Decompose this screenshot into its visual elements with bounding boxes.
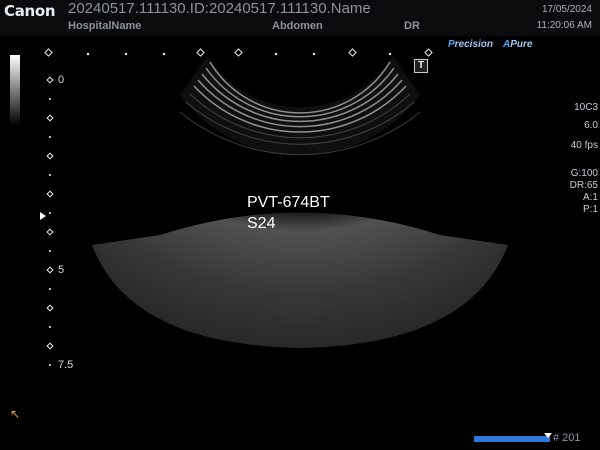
probe-label: 10C3 xyxy=(574,102,598,113)
depth-label-7-5: 7.5 xyxy=(58,359,74,371)
frame-number: # 201 xyxy=(553,432,581,444)
annotation-line-1[interactable]: PVT-674BT xyxy=(247,194,330,212)
cine-position-icon[interactable] xyxy=(544,433,552,438)
p-value: P:1 xyxy=(582,204,598,215)
frame-rate: 40 fps xyxy=(570,140,598,151)
annotation-line-2[interactable]: S24 xyxy=(247,215,275,233)
cine-progress-bar[interactable] xyxy=(474,436,550,442)
pointer-arrow-icon[interactable]: ↖ xyxy=(10,407,20,421)
a-value: A:1 xyxy=(582,192,598,203)
depth-label-0: 0 xyxy=(58,74,65,86)
ultrasound-image xyxy=(40,48,508,366)
gain-value: G:100 xyxy=(570,168,598,179)
dynamic-range-value: DR:65 xyxy=(569,180,598,191)
depth-label-5: 5 xyxy=(58,264,65,276)
orientation-marker-icon: T xyxy=(414,59,428,73)
depth-value: 6.0 xyxy=(584,120,598,131)
